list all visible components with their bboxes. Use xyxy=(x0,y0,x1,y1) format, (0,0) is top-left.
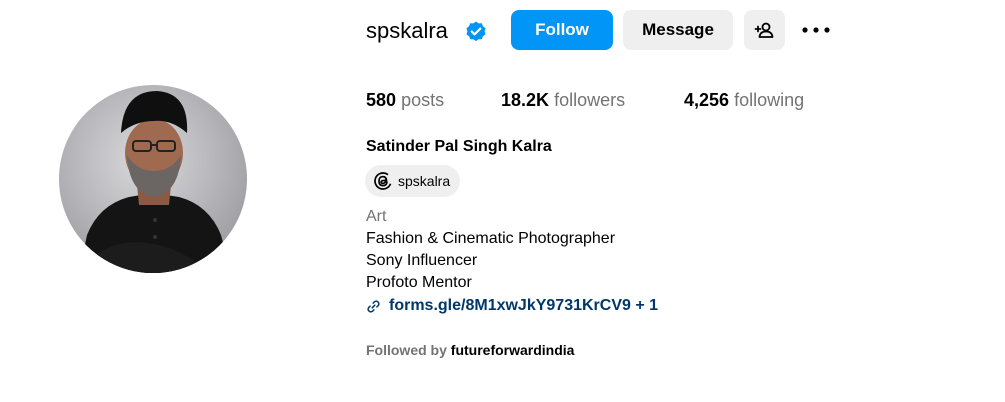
following-label: following xyxy=(734,90,805,110)
profile-username: spskalra xyxy=(366,18,448,43)
suggest-accounts-button[interactable] xyxy=(744,10,785,50)
follow-button[interactable]: Follow xyxy=(511,10,613,50)
followed-by-info[interactable]: Followed by futureforwardindia xyxy=(366,341,574,359)
followers-stat[interactable]: 18.2K followers xyxy=(501,88,625,112)
verified-badge-icon xyxy=(466,21,486,42)
profile-photo xyxy=(79,91,231,273)
threads-icon xyxy=(374,172,392,190)
bio-link-text: forms.gle/8M1xwJkY9731KrCV9 + 1 xyxy=(389,297,659,314)
followed-by-prefix: Followed by xyxy=(366,342,447,358)
followers-count: 18.2K xyxy=(501,90,550,110)
bio-line: Sony Influencer xyxy=(366,252,478,269)
message-button[interactable]: Message xyxy=(623,10,733,50)
posts-label: posts xyxy=(401,90,445,110)
followers-label: followers xyxy=(554,90,626,110)
following-stat[interactable]: 4,256 following xyxy=(684,88,804,112)
following-count: 4,256 xyxy=(684,90,730,110)
profile-category: Art xyxy=(366,208,387,225)
more-options-icon[interactable] xyxy=(800,16,832,44)
bio-line: Profoto Mentor xyxy=(366,274,472,291)
posts-stat: 580 posts xyxy=(366,88,444,112)
bio-line: Fashion & Cinematic Photographer xyxy=(366,230,616,247)
threads-handle: spskalra xyxy=(398,173,451,189)
followed-by-user[interactable]: futureforwardindia xyxy=(451,342,575,358)
add-user-icon xyxy=(754,22,774,38)
posts-count: 580 xyxy=(366,90,397,110)
bio-external-link[interactable]: forms.gle/8M1xwJkY9731KrCV9 + 1 xyxy=(366,295,658,317)
link-icon xyxy=(367,299,380,313)
profile-full-name: Satinder Pal Singh Kalra xyxy=(366,138,552,155)
threads-link-chip[interactable]: spskalra xyxy=(365,165,461,197)
profile-avatar[interactable] xyxy=(59,85,247,273)
